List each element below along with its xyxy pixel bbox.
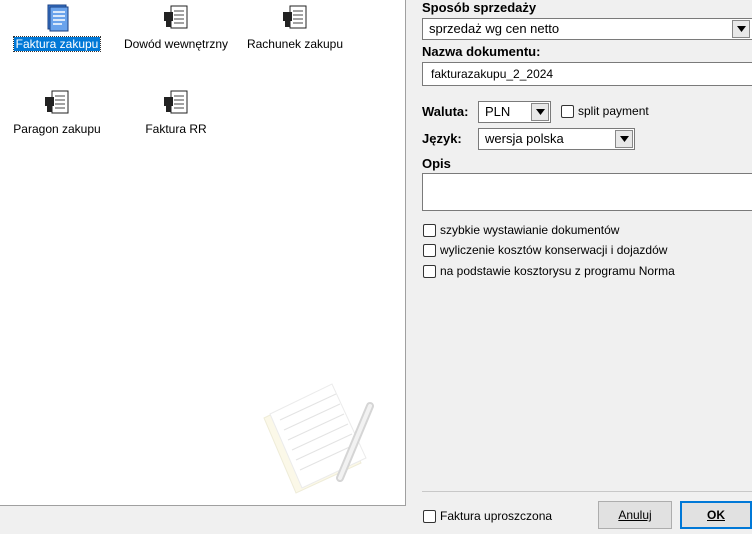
currency-value: PLN: [485, 104, 511, 119]
cancel-button[interactable]: Anuluj: [598, 501, 672, 529]
checkbox-box[interactable]: [423, 243, 436, 257]
checkbox-box[interactable]: [423, 509, 436, 523]
document-stamp-icon: [283, 5, 307, 29]
chevron-down-icon[interactable]: [531, 103, 549, 121]
doc-name-input[interactable]: fakturazakupu_2_2024: [422, 62, 752, 86]
document-stamp-icon: [164, 90, 188, 114]
chevron-down-icon[interactable]: [615, 130, 633, 148]
document-stamp-icon: [164, 5, 188, 29]
doc-name-label: Nazwa dokumentu:: [422, 44, 541, 59]
doc-item-faktura-zakupu[interactable]: Faktura zakupu: [2, 4, 112, 52]
language-select[interactable]: wersja polska: [478, 128, 635, 150]
description-textarea[interactable]: [422, 173, 752, 211]
doc-name-value: fakturazakupu_2_2024: [431, 67, 554, 81]
currency-label: Waluta:: [422, 104, 469, 119]
language-label: Język:: [422, 131, 462, 146]
simplified-invoice-label: Faktura uproszczona: [440, 509, 553, 523]
language-value: wersja polska: [485, 131, 564, 146]
doc-item-paragon-zakupu[interactable]: Paragon zakupu: [2, 89, 112, 136]
doc-item-dowod-wewnetrzny[interactable]: Dowód wewnętrzny: [121, 4, 231, 51]
option-label: wyliczenie kosztów konserwacji i dojazdó…: [440, 243, 668, 257]
sale-method-value: sprzedaż wg cen netto: [429, 21, 560, 36]
chevron-down-icon[interactable]: [732, 20, 750, 38]
doc-item-label: Faktura zakupu: [12, 36, 102, 52]
doc-item-label: Paragon zakupu: [13, 122, 101, 136]
cancel-button-label: Anuluj: [618, 508, 652, 522]
doc-item-label: Dowód wewnętrzny: [123, 37, 229, 51]
checkbox-box[interactable]: [423, 264, 436, 278]
simplified-invoice-checkbox[interactable]: Faktura uproszczona: [423, 509, 552, 523]
doc-item-label: Rachunek zakupu: [246, 37, 344, 51]
option-norma-estimate-checkbox[interactable]: na podstawie kosztorysu z programu Norma: [423, 264, 675, 278]
doc-item-rachunek-zakupu[interactable]: Rachunek zakupu: [240, 4, 350, 51]
currency-select[interactable]: PLN: [478, 101, 551, 123]
document-type-panel: Faktura zakupu Dowód wewnętrzny Rachunek…: [0, 0, 406, 506]
ok-button-label: OK: [707, 508, 725, 522]
split-payment-label: split payment: [578, 104, 649, 118]
footer-divider: [422, 491, 752, 492]
ok-button[interactable]: OK: [680, 501, 752, 529]
invoice-blue-icon: [47, 4, 69, 32]
doc-item-faktura-rr[interactable]: Faktura RR: [121, 89, 231, 136]
checkbox-box[interactable]: [423, 223, 436, 237]
description-label: Opis: [422, 156, 451, 171]
option-label: szybkie wystawianie dokumentów: [440, 223, 620, 237]
doc-item-label: Faktura RR: [145, 122, 207, 136]
sale-method-select[interactable]: sprzedaż wg cen netto: [422, 18, 752, 40]
option-maintenance-costs-checkbox[interactable]: wyliczenie kosztów konserwacji i dojazdó…: [423, 243, 667, 257]
paper-pen-watermark-icon: [263, 383, 374, 494]
sale-method-label: Sposób sprzedaży: [422, 0, 537, 15]
document-stamp-icon: [45, 90, 69, 114]
option-quick-issue-checkbox[interactable]: szybkie wystawianie dokumentów: [423, 223, 619, 237]
checkbox-box[interactable]: [561, 104, 574, 118]
option-label: na podstawie kosztorysu z programu Norma: [440, 264, 675, 278]
split-payment-checkbox[interactable]: split payment: [561, 104, 649, 118]
